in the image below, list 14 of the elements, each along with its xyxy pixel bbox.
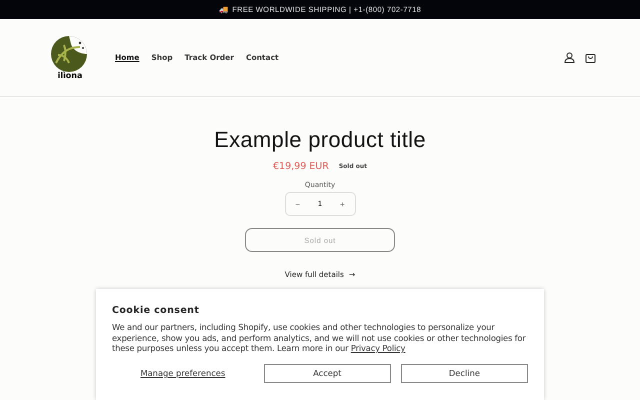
leaf-logo-icon[interactable] bbox=[50, 35, 90, 73]
account-icon[interactable] bbox=[564, 52, 575, 63]
manage-preferences-link[interactable]: Manage preferences bbox=[112, 368, 254, 378]
cookie-text: We and our partners, including Shopify, use cookies and other technologies to personalize your experience, show you ads, and perform analytics, and we will not use cookies or other technologies for these purposes unless you accept them. Learn more in our Privacy Policy bbox=[112, 322, 527, 354]
increase-button[interactable]: + bbox=[338, 198, 347, 210]
privacy-link[interactable]: Privacy Policy bbox=[350, 343, 406, 353]
cookie-button[interactable]: Decline bbox=[400, 364, 528, 382]
product-price: €19,99 EUR bbox=[273, 161, 329, 172]
product-title: Example product title bbox=[214, 127, 426, 153]
logo-text: ilìona bbox=[58, 71, 82, 80]
decrease-button[interactable]: − bbox=[293, 198, 302, 210]
cookie-title: Cookie consent bbox=[112, 305, 200, 316]
cart-icon[interactable] bbox=[585, 52, 596, 63]
cookie-button[interactable]: Accept bbox=[264, 364, 391, 382]
